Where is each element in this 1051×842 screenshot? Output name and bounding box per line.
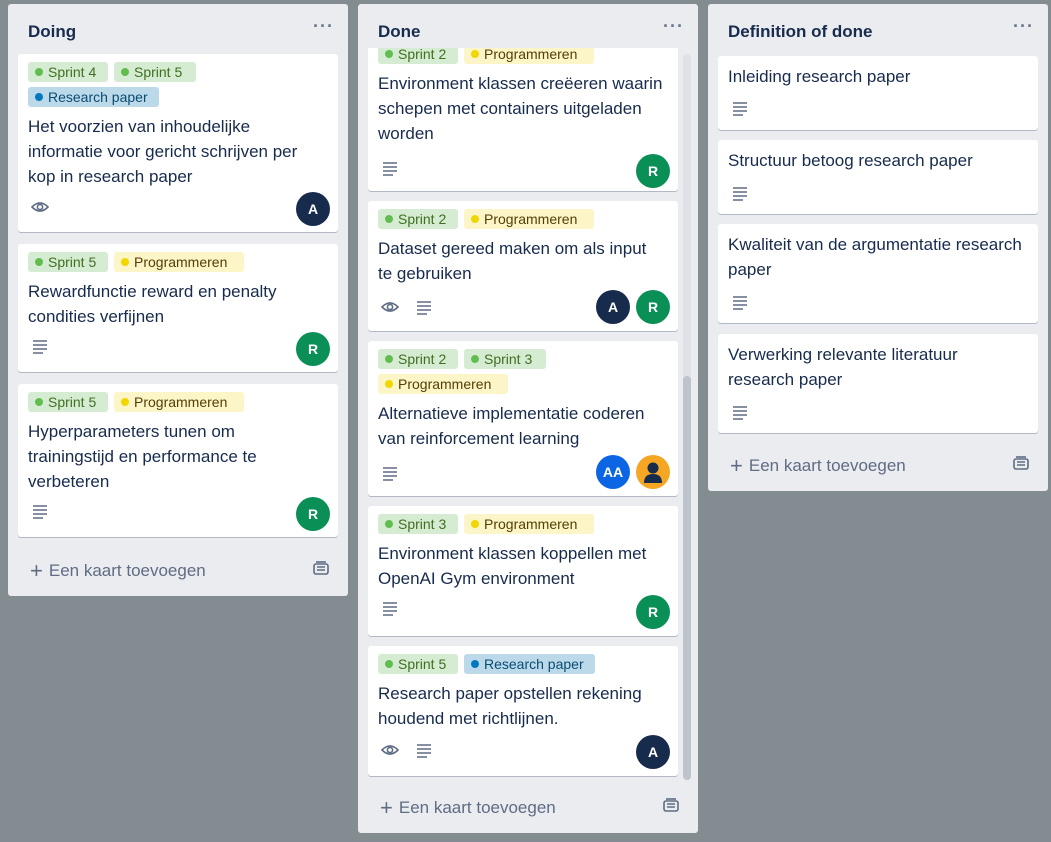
card-title: Hyperparameters tunen om trainingstijd e… — [28, 422, 257, 491]
card-template-icon[interactable] — [1012, 455, 1030, 473]
card-title: Rewardfunctie reward en penalty conditie… — [28, 282, 277, 326]
label-sprint[interactable]: Sprint 2 — [378, 209, 458, 229]
card-container: Inleiding research paper Structuur betoo… — [718, 54, 1038, 439]
card[interactable]: Inleiding research paper — [718, 56, 1038, 130]
card[interactable]: Sprint 2 Programmeren Dataset gereed mak… — [368, 201, 678, 331]
list-definition-of-done: Definition of done ··· Inleiding researc… — [708, 4, 1048, 491]
plus-icon: + — [30, 558, 43, 583]
user-avatar-icon[interactable] — [636, 455, 670, 489]
list-menu-icon[interactable]: ··· — [663, 16, 684, 37]
eye-icon — [31, 202, 49, 212]
card-container: Sprint 2 Programmeren Environment klasse… — [368, 48, 688, 788]
description-icon — [383, 162, 397, 176]
label-research-paper[interactable]: Research paper — [464, 654, 595, 674]
description-icon — [33, 340, 47, 354]
list-menu-icon[interactable]: ··· — [1013, 16, 1034, 37]
label-programmeren[interactable]: Programmeren — [464, 514, 594, 534]
description-icon — [383, 467, 397, 481]
plus-icon: + — [380, 795, 393, 820]
label-sprint[interactable]: Sprint 5 — [28, 252, 108, 272]
label-sprint[interactable]: Sprint 2 — [378, 349, 458, 369]
card-title: Verwerking relevante literatuur research… — [728, 345, 958, 389]
label-sprint[interactable]: Sprint 2 — [378, 48, 458, 64]
member-avatar[interactable]: A — [296, 192, 330, 226]
label-programmeren[interactable]: Programmeren — [464, 209, 594, 229]
label-sprint[interactable]: Sprint 3 — [378, 514, 458, 534]
card-title: Het voorzien van inhoudelijke informatie… — [28, 117, 298, 186]
member-avatar[interactable]: R — [296, 332, 330, 366]
card[interactable]: Sprint 3 Programmeren Environment klasse… — [368, 506, 678, 636]
member-avatar[interactable]: R — [636, 290, 670, 324]
add-card-label: Een kaart toevoegen — [48, 561, 206, 580]
card-title: Environment klassen koppellen met OpenAI… — [378, 544, 647, 588]
list-title[interactable]: Definition of done — [728, 22, 872, 42]
label-sprint[interactable]: Sprint 4 — [28, 62, 108, 82]
card-title: Structuur betoog research paper — [728, 151, 973, 170]
member-avatar[interactable]: R — [296, 497, 330, 531]
card-template-icon[interactable] — [312, 560, 330, 578]
description-icon — [417, 744, 431, 758]
card-container: Sprint 4 Sprint 5 Research paper Het voo… — [18, 52, 338, 542]
eye-icon — [381, 302, 399, 312]
card[interactable]: Structuur betoog research paper — [718, 140, 1038, 214]
list-done: Done ··· Sprint 2 Programmeren Environme… — [358, 4, 698, 833]
label-sprint[interactable]: Sprint 5 — [28, 392, 108, 412]
card-title: Inleiding research paper — [728, 67, 911, 86]
description-icon — [733, 296, 747, 310]
member-avatar[interactable]: AA — [596, 455, 630, 489]
member-avatar[interactable]: A — [596, 290, 630, 324]
description-icon — [733, 102, 747, 116]
card[interactable]: Sprint 2 Programmeren Environment klasse… — [368, 48, 678, 191]
member-avatar[interactable]: R — [636, 595, 670, 629]
label-programmeren[interactable]: Programmeren — [464, 48, 594, 64]
label-sprint[interactable]: Sprint 3 — [464, 349, 546, 369]
add-card-button[interactable]: + Een kaart toevoegen — [30, 558, 206, 584]
list-title[interactable]: Doing — [28, 22, 76, 42]
label-sprint[interactable]: Sprint 5 — [378, 654, 458, 674]
card[interactable]: Kwaliteit van de argumentatie research p… — [718, 224, 1038, 323]
scrollbar-thumb[interactable] — [683, 376, 691, 780]
list-menu-icon[interactable]: ··· — [313, 16, 334, 37]
card-title: Kwaliteit van de argumentatie research p… — [728, 235, 1022, 279]
card-title: Environment klassen creëeren waarin sche… — [378, 74, 663, 143]
label-research-paper[interactable]: Research paper — [28, 87, 159, 107]
list-header[interactable]: Definition of done ··· — [708, 4, 1048, 54]
label-programmeren[interactable]: Programmeren — [114, 252, 244, 272]
card-template-icon[interactable] — [662, 797, 680, 815]
list-doing: Doing ··· Sprint 4 Sprint 5 Research pap… — [8, 4, 348, 596]
label-programmeren[interactable]: Programmeren — [378, 374, 508, 394]
list-title[interactable]: Done — [378, 22, 421, 42]
add-card-label: Een kaart toevoegen — [398, 798, 556, 817]
eye-icon — [381, 745, 399, 755]
card[interactable]: Sprint 2 Sprint 3 Programmeren Alternati… — [368, 341, 678, 496]
label-sprint[interactable]: Sprint 5 — [114, 62, 196, 82]
description-icon — [417, 301, 431, 315]
list-header[interactable]: Done ··· — [358, 4, 698, 54]
add-card-button[interactable]: + Een kaart toevoegen — [730, 453, 906, 479]
card[interactable]: Verwerking relevante literatuur research… — [718, 334, 1038, 433]
description-icon — [733, 187, 747, 201]
add-card-button[interactable]: + Een kaart toevoegen — [380, 795, 556, 821]
card-title: Alternatieve implementatie coderen van r… — [378, 404, 645, 448]
description-icon — [733, 406, 747, 420]
card[interactable]: Sprint 5 Programmeren Hyperparameters tu… — [18, 384, 338, 537]
card-title: Research paper opstellen rekening houden… — [378, 684, 642, 728]
list-header[interactable]: Doing ··· — [8, 4, 348, 54]
card[interactable]: Sprint 5 Programmeren Rewardfunctie rewa… — [18, 244, 338, 372]
description-icon — [383, 602, 397, 616]
add-card-label: Een kaart toevoegen — [748, 456, 906, 475]
plus-icon: + — [730, 453, 743, 478]
card[interactable]: Sprint 4 Sprint 5 Research paper Het voo… — [18, 54, 338, 232]
member-avatar[interactable]: R — [636, 154, 670, 188]
member-avatar[interactable]: A — [636, 735, 670, 769]
label-programmeren[interactable]: Programmeren — [114, 392, 244, 412]
description-icon — [33, 505, 47, 519]
card[interactable]: Sprint 5 Research paper Research paper o… — [368, 646, 678, 776]
card-title: Dataset gereed maken om als input te geb… — [378, 239, 647, 283]
